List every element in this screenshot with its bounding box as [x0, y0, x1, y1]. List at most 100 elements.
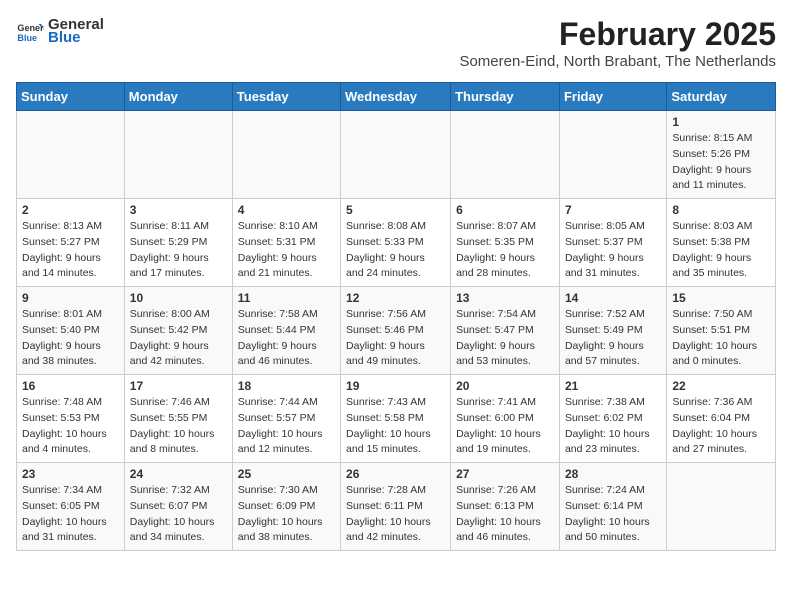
day-info: Daylight: 10 hours	[672, 427, 770, 443]
day-number: 6	[456, 203, 554, 217]
day-info: and 31 minutes.	[22, 530, 119, 546]
day-number: 2	[22, 203, 119, 217]
day-cell: 23Sunrise: 7:34 AMSunset: 6:05 PMDayligh…	[17, 463, 125, 551]
title-section: February 2025 Someren-Eind, North Braban…	[459, 16, 776, 70]
day-info: Daylight: 9 hours	[22, 339, 119, 355]
day-info: and 28 minutes.	[456, 266, 554, 282]
day-cell: 8Sunrise: 8:03 AMSunset: 5:38 PMDaylight…	[667, 199, 776, 287]
day-info: Daylight: 9 hours	[238, 339, 335, 355]
day-info: Sunrise: 7:32 AM	[130, 483, 227, 499]
day-cell	[124, 111, 232, 199]
day-number: 26	[346, 467, 445, 481]
day-info: Sunset: 5:42 PM	[130, 323, 227, 339]
day-info: Daylight: 9 hours	[672, 251, 770, 267]
day-info: Sunrise: 7:58 AM	[238, 307, 335, 323]
day-info: Daylight: 10 hours	[456, 515, 554, 531]
day-cell: 3Sunrise: 8:11 AMSunset: 5:29 PMDaylight…	[124, 199, 232, 287]
header-friday: Friday	[559, 83, 666, 111]
day-info: and 46 minutes.	[456, 530, 554, 546]
day-info: Sunset: 6:14 PM	[565, 499, 661, 515]
day-info: and 8 minutes.	[130, 442, 227, 458]
day-number: 9	[22, 291, 119, 305]
day-cell: 12Sunrise: 7:56 AMSunset: 5:46 PMDayligh…	[341, 287, 451, 375]
day-info: Daylight: 10 hours	[346, 427, 445, 443]
day-number: 28	[565, 467, 661, 481]
day-cell	[341, 111, 451, 199]
day-info: and 42 minutes.	[130, 354, 227, 370]
day-info: Sunrise: 7:24 AM	[565, 483, 661, 499]
day-cell: 10Sunrise: 8:00 AMSunset: 5:42 PMDayligh…	[124, 287, 232, 375]
day-number: 4	[238, 203, 335, 217]
day-info: Sunrise: 8:00 AM	[130, 307, 227, 323]
day-number: 13	[456, 291, 554, 305]
day-info: and 15 minutes.	[346, 442, 445, 458]
day-info: and 46 minutes.	[238, 354, 335, 370]
day-cell: 28 Sunrise: 7:24 AMSunset: 6:14 PMDayligh…	[559, 463, 666, 551]
day-info: Sunrise: 7:48 AM	[22, 395, 119, 411]
header-tuesday: Tuesday	[232, 83, 340, 111]
day-number: 8	[672, 203, 770, 217]
day-cell: 5Sunrise: 8:08 AMSunset: 5:33 PMDaylight…	[341, 199, 451, 287]
day-number: 24	[130, 467, 227, 481]
day-info: Daylight: 10 hours	[346, 515, 445, 531]
day-info: Sunset: 5:51 PM	[672, 323, 770, 339]
day-info: and 31 minutes.	[565, 266, 661, 282]
day-info: and 23 minutes.	[565, 442, 661, 458]
day-cell	[667, 463, 776, 551]
day-number: 27	[456, 467, 554, 481]
day-number: 7	[565, 203, 661, 217]
day-info: Daylight: 9 hours	[238, 251, 335, 267]
day-info: Daylight: 10 hours	[565, 515, 661, 531]
day-number: 11	[238, 291, 335, 305]
day-info: Daylight: 10 hours	[130, 515, 227, 531]
day-info: Sunset: 5:38 PM	[672, 235, 770, 251]
day-info: Sunset: 5:33 PM	[346, 235, 445, 251]
day-info: Sunset: 5:53 PM	[22, 411, 119, 427]
day-info: Daylight: 10 hours	[130, 427, 227, 443]
day-info: Sunrise: 7:38 AM	[565, 395, 661, 411]
day-info: and 21 minutes.	[238, 266, 335, 282]
day-info: Daylight: 9 hours	[346, 251, 445, 267]
day-info: Sunset: 5:46 PM	[346, 323, 445, 339]
day-info: and 4 minutes.	[22, 442, 119, 458]
day-number: 1	[672, 115, 770, 129]
week-row-2: 2Sunrise: 8:13 AMSunset: 5:27 PMDaylight…	[17, 199, 776, 287]
day-number: 21	[565, 379, 661, 393]
day-info: Sunrise: 8:10 AM	[238, 219, 335, 235]
day-info: Sunset: 6:05 PM	[22, 499, 119, 515]
day-info: Sunset: 5:35 PM	[456, 235, 554, 251]
day-cell: 20Sunrise: 7:41 AMSunset: 6:00 PMDayligh…	[451, 375, 560, 463]
day-info: Sunrise: 8:11 AM	[130, 219, 227, 235]
day-cell	[451, 111, 560, 199]
day-cell: 17Sunrise: 7:46 AMSunset: 5:55 PMDayligh…	[124, 375, 232, 463]
day-info: Sunset: 5:55 PM	[130, 411, 227, 427]
day-info: Sunrise: 8:15 AM	[672, 131, 770, 147]
day-info: Daylight: 10 hours	[456, 427, 554, 443]
day-info: and 34 minutes.	[130, 530, 227, 546]
day-cell: 27Sunrise: 7:26 AMSunset: 6:13 PMDayligh…	[451, 463, 560, 551]
day-info: Daylight: 9 hours	[565, 339, 661, 355]
day-info: Daylight: 10 hours	[238, 515, 335, 531]
day-info: Sunset: 6:07 PM	[130, 499, 227, 515]
day-cell: 7Sunrise: 8:05 AMSunset: 5:37 PMDaylight…	[559, 199, 666, 287]
day-number: 10	[130, 291, 227, 305]
day-cell: 11Sunrise: 7:58 AMSunset: 5:44 PMDayligh…	[232, 287, 340, 375]
day-info: Daylight: 9 hours	[22, 251, 119, 267]
day-info: Daylight: 10 hours	[22, 427, 119, 443]
day-info: Daylight: 10 hours	[672, 339, 770, 355]
day-info: Sunset: 6:09 PM	[238, 499, 335, 515]
day-cell: 9Sunrise: 8:01 AMSunset: 5:40 PMDaylight…	[17, 287, 125, 375]
day-info: and 27 minutes.	[672, 442, 770, 458]
day-info: Sunset: 6:11 PM	[346, 499, 445, 515]
day-info: Sunset: 5:27 PM	[22, 235, 119, 251]
day-info: and 0 minutes.	[672, 354, 770, 370]
logo: General Blue General Blue	[16, 16, 104, 46]
week-row-1: 1Sunrise: 8:15 AMSunset: 5:26 PMDaylight…	[17, 111, 776, 199]
svg-text:Blue: Blue	[17, 33, 37, 43]
day-info: and 49 minutes.	[346, 354, 445, 370]
day-info: Sunrise: 8:08 AM	[346, 219, 445, 235]
day-info: Sunset: 5:57 PM	[238, 411, 335, 427]
day-info: Sunrise: 7:41 AM	[456, 395, 554, 411]
day-info: Sunrise: 7:43 AM	[346, 395, 445, 411]
day-info: Sunset: 6:13 PM	[456, 499, 554, 515]
